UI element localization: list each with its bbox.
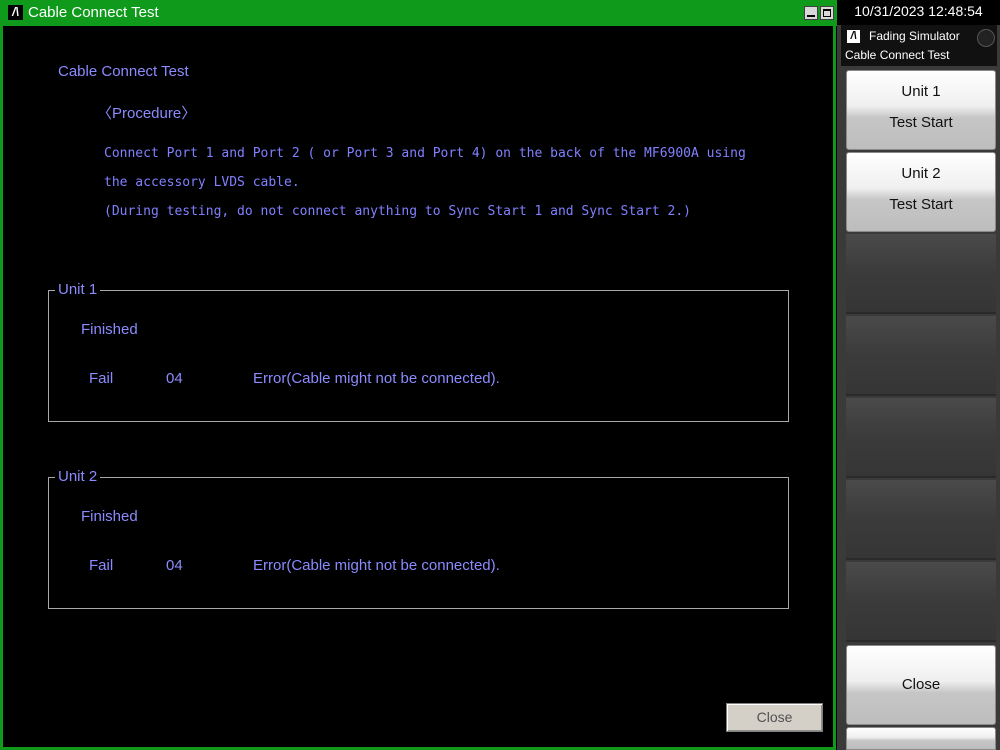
cable-connect-test-window: /\ Cable Connect Test Cable Connect Test… — [0, 0, 839, 750]
empty-softkey — [846, 562, 996, 642]
procedure-label: 〈Procedure〉 — [97, 105, 197, 122]
unit-2-legend: Unit 2 — [55, 468, 101, 486]
app-name: Fading Simulator — [869, 29, 960, 43]
unit-1-group: Unit 1 Finished Fail 04 Error(Cable migh… — [48, 281, 789, 422]
empty-softkey — [846, 480, 996, 560]
empty-softkey — [846, 727, 996, 750]
instruction-line-3: (During testing, do not connect anything… — [104, 204, 691, 219]
unit-1-message: Error(Cable might not be connected). — [253, 370, 500, 387]
softkey-line: Unit 2 — [901, 165, 941, 182]
unit-2-test-start-button[interactable]: Unit 2 Test Start — [846, 152, 996, 232]
softkey-line: Test Start — [889, 196, 953, 213]
maximize-button[interactable] — [820, 6, 834, 20]
datetime-display: 10/31/2023 12:48:54 — [837, 0, 1000, 25]
unit-1-test-start-button[interactable]: Unit 1 Test Start — [846, 70, 996, 150]
unit-2-code: 04 — [166, 557, 183, 574]
dialog-close-button[interactable]: Close — [726, 703, 823, 732]
panel-close-button[interactable]: Close — [846, 645, 996, 725]
title-bar: /\ Cable Connect Test — [3, 0, 839, 26]
anritsu-logo-icon: /\ — [847, 30, 860, 43]
unit-2-result: Fail — [89, 557, 114, 574]
unit-1-code: 04 — [166, 370, 183, 387]
empty-softkey — [846, 234, 996, 314]
screen-name: Cable Connect Test — [845, 48, 950, 62]
dialog-heading: Cable Connect Test — [58, 63, 189, 80]
panel-header: /\ Fading Simulator Cable Connect Test — [841, 25, 997, 66]
softkey-line: Unit 1 — [901, 83, 941, 100]
minimize-button[interactable] — [804, 6, 818, 20]
softkey-line: Test Start — [889, 114, 953, 131]
unit-1-legend: Unit 1 — [55, 281, 101, 299]
empty-softkey — [846, 398, 996, 478]
window-title: Cable Connect Test — [28, 4, 159, 21]
instruction-line-2: the accessory LVDS cable. — [104, 175, 300, 190]
unit-2-message: Error(Cable might not be connected). — [253, 557, 500, 574]
instruction-line-1: Connect Port 1 and Port 2 ( or Port 3 an… — [104, 146, 746, 161]
empty-softkey — [846, 316, 996, 396]
unit-2-group: Unit 2 Finished Fail 04 Error(Cable migh… — [48, 468, 789, 609]
unit-1-status: Finished — [81, 321, 138, 338]
unit-1-result: Fail — [89, 370, 114, 387]
status-indicator-icon — [977, 29, 995, 47]
unit-2-status: Finished — [81, 508, 138, 525]
anritsu-logo-icon: /\ — [8, 5, 23, 20]
